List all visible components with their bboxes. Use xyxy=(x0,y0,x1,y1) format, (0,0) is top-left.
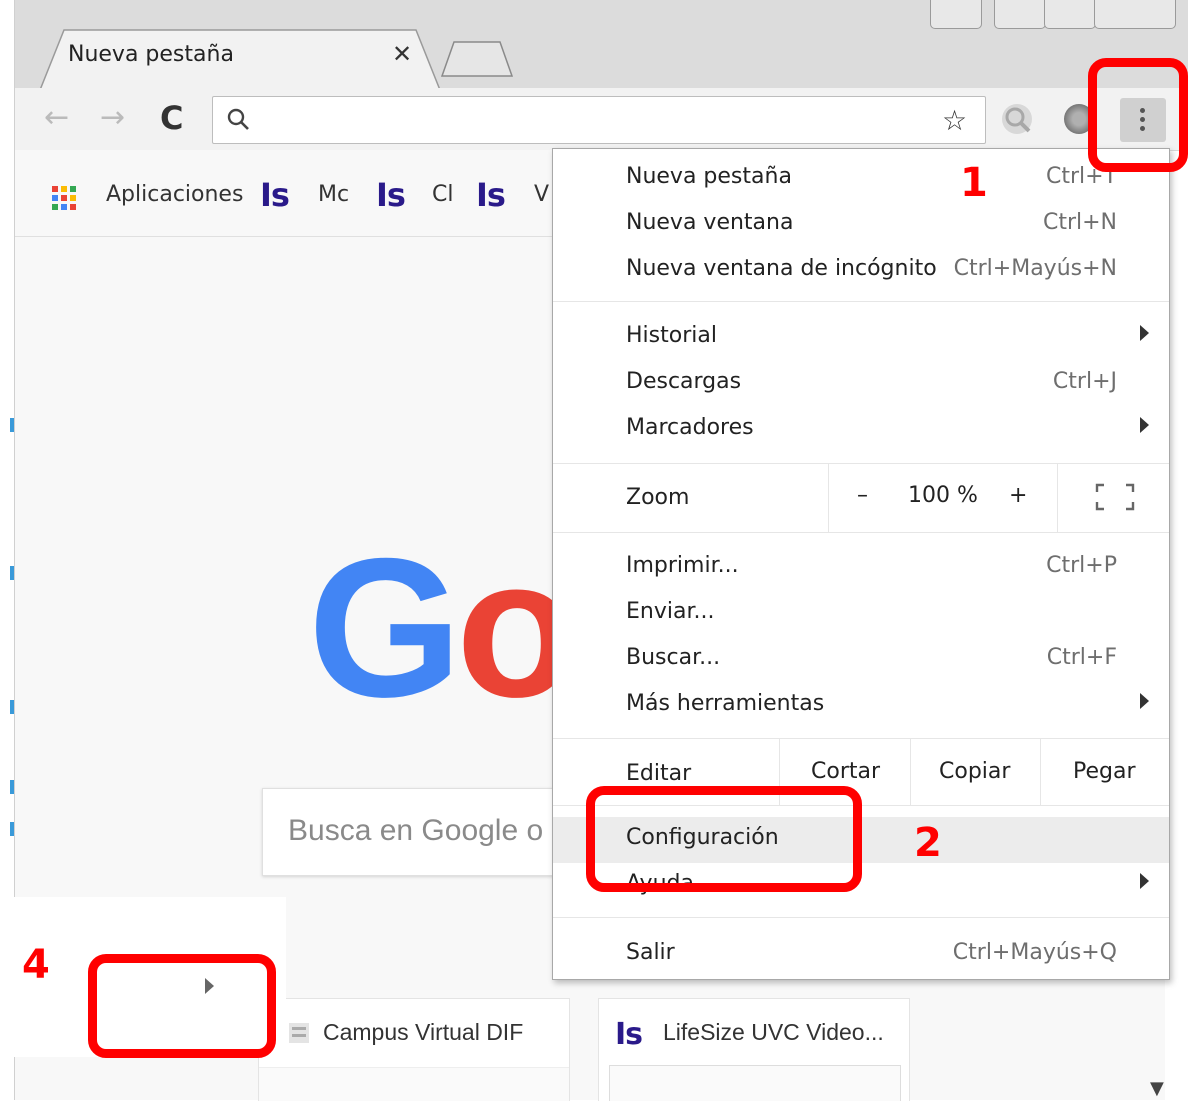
menu-item-shortcut: Ctrl+J xyxy=(1052,369,1117,394)
menu-item-print[interactable]: Imprimir... Ctrl+P xyxy=(553,545,1169,591)
menu-divider xyxy=(1040,739,1041,805)
zoom-out-button[interactable]: – xyxy=(857,483,868,508)
most-visited-tile[interactable]: Is LifeSize UVC Video... xyxy=(598,998,910,1101)
bookmark-item[interactable]: Mc xyxy=(318,182,349,207)
fullscreen-icon[interactable] xyxy=(1095,483,1135,511)
scroll-down-icon[interactable]: ▼ xyxy=(1150,1078,1164,1099)
menu-item-more-tools[interactable]: Más herramientas xyxy=(553,683,1169,729)
bookmark-item[interactable]: Cl xyxy=(432,182,453,207)
menu-item-history[interactable]: Historial xyxy=(553,315,1169,361)
google-logo: Go xyxy=(308,517,577,738)
edge-mark xyxy=(10,700,14,714)
site-favicon-icon xyxy=(289,1023,309,1043)
submenu-arrow-icon xyxy=(1140,325,1149,341)
edge-mark xyxy=(10,780,14,794)
menu-separator xyxy=(553,738,1169,739)
tab-title: Nueva pestaña xyxy=(68,42,234,67)
cut-button[interactable]: Cortar xyxy=(811,759,880,784)
menu-item-label: Marcadores xyxy=(626,415,754,440)
tile-thumbnail xyxy=(259,1067,569,1101)
bookmark-star-icon[interactable]: ☆ xyxy=(942,104,967,137)
bookmark-apps[interactable]: Aplicaciones xyxy=(106,182,243,207)
submenu-arrow-icon xyxy=(1140,417,1149,433)
annotation-number-4: 4 xyxy=(22,942,50,988)
menu-divider xyxy=(1057,464,1058,532)
menu-item-label: Más herramientas xyxy=(626,691,825,716)
lifesize-icon: Is xyxy=(260,176,290,214)
most-visited-tile[interactable]: Campus Virtual DIF xyxy=(258,998,570,1101)
menu-item-edit: Editar xyxy=(626,761,692,786)
annotation-number-1: 1 xyxy=(960,160,988,206)
menu-item-label: Imprimir... xyxy=(626,553,739,578)
menu-item-find[interactable]: Buscar... Ctrl+F xyxy=(553,637,1169,683)
menu-item-label: Nueva ventana de incógnito xyxy=(626,256,937,281)
copy-button[interactable]: Copiar xyxy=(939,759,1010,784)
lifesize-icon: Is xyxy=(376,176,406,214)
address-bar[interactable] xyxy=(212,96,986,144)
menu-separator xyxy=(553,532,1169,533)
tile-title: Campus Virtual DIF xyxy=(323,1019,524,1045)
menu-item-label: Salir xyxy=(626,940,675,965)
tab-close-icon[interactable]: ✕ xyxy=(392,40,412,68)
menu-separator xyxy=(553,301,1169,302)
menu-divider xyxy=(910,739,911,805)
menu-item-label: Historial xyxy=(626,323,717,348)
menu-item-label: Enviar... xyxy=(626,599,715,624)
menu-item-shortcut: Ctrl+Mayús+Q xyxy=(952,940,1117,965)
annotation-box-2 xyxy=(586,786,862,892)
restore-button[interactable] xyxy=(994,0,1046,29)
menu-item-label: Descargas xyxy=(626,369,742,394)
lifesize-icon: Is xyxy=(615,1017,643,1052)
menu-separator xyxy=(553,917,1169,918)
back-icon[interactable]: ← xyxy=(44,100,69,136)
menu-item-shortcut: Ctrl+Mayús+N xyxy=(953,256,1117,281)
paste-button[interactable]: Pegar xyxy=(1073,759,1136,784)
annotation-box-1 xyxy=(1088,58,1188,172)
extension-magnifier-icon[interactable] xyxy=(1002,104,1032,134)
google-search-placeholder: Busca en Google o xyxy=(288,814,544,847)
annotation-box-4 xyxy=(88,954,276,1058)
menu-item-label: Nueva pestaña xyxy=(626,164,792,189)
menu-item-label: Zoom xyxy=(626,485,690,510)
menu-item-cast[interactable]: Enviar... xyxy=(553,591,1169,637)
menu-item-shortcut: Ctrl+N xyxy=(1042,210,1117,235)
zoom-in-button[interactable]: + xyxy=(1009,483,1027,508)
edge-mark xyxy=(10,418,14,432)
submenu-arrow-icon xyxy=(1140,873,1149,889)
menu-item-bookmarks[interactable]: Marcadores xyxy=(553,407,1169,453)
bookmark-item[interactable]: V xyxy=(534,182,549,207)
edge-mark xyxy=(10,822,14,836)
forward-icon[interactable]: → xyxy=(100,100,125,136)
menu-item-downloads[interactable]: Descargas Ctrl+J xyxy=(553,361,1169,407)
menu-item-new-tab[interactable]: Nueva pestaña Ctrl+T xyxy=(553,156,1169,202)
reload-icon[interactable]: C xyxy=(160,100,183,136)
lifesize-icon: Is xyxy=(476,176,506,214)
submenu-arrow-icon xyxy=(1140,693,1149,709)
menu-item-exit[interactable]: Salir Ctrl+Mayús+Q xyxy=(553,932,1169,978)
new-tab-icon xyxy=(440,41,514,77)
zoom-level: 100 % xyxy=(908,483,978,508)
search-icon xyxy=(227,108,249,130)
menu-item-label: Nueva ventana xyxy=(626,210,794,235)
address-input[interactable] xyxy=(257,105,941,135)
tile-thumbnail xyxy=(609,1065,901,1101)
maximize-button[interactable] xyxy=(1044,0,1096,29)
menu-item-new-window[interactable]: Nueva ventana Ctrl+N xyxy=(553,202,1169,248)
close-window-button[interactable] xyxy=(1094,0,1176,29)
new-tab-button[interactable] xyxy=(440,40,514,78)
menu-item-incognito[interactable]: Nueva ventana de incógnito Ctrl+Mayús+N xyxy=(553,248,1169,294)
minimize-button[interactable] xyxy=(930,0,982,29)
edge-mark xyxy=(10,566,14,580)
menu-divider xyxy=(828,464,829,532)
apps-grid-icon[interactable] xyxy=(52,186,78,212)
menu-item-shortcut: Ctrl+F xyxy=(1046,645,1117,670)
menu-separator xyxy=(553,463,1169,464)
menu-item-shortcut: Ctrl+P xyxy=(1046,553,1117,578)
annotation-number-2: 2 xyxy=(914,820,942,866)
tile-title: LifeSize UVC Video... xyxy=(663,1019,884,1045)
menu-item-label: Buscar... xyxy=(626,645,721,670)
